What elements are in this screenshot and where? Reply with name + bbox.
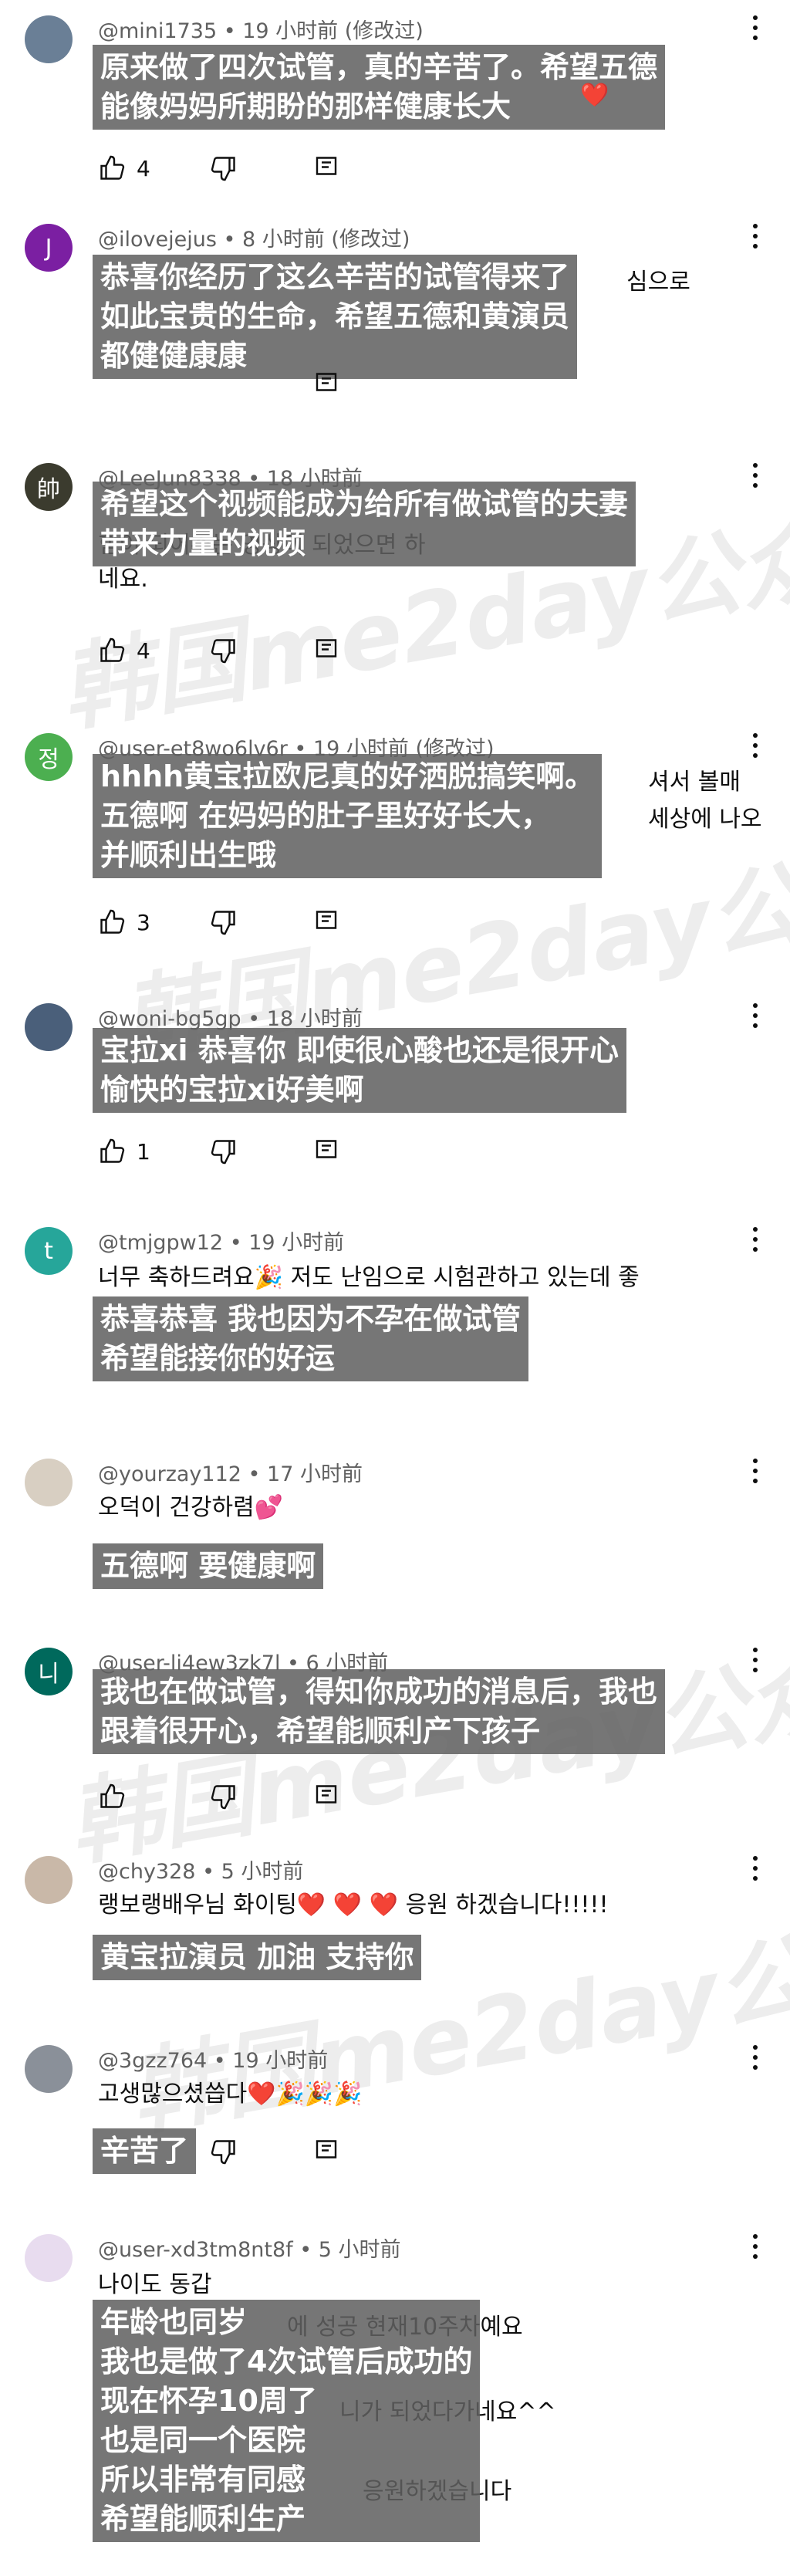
caption-overlay: 希望这个视频能成为给所有做试管的夫妻 带来力量的视频 [93,482,636,566]
comment-meta: @3gzz764 • 19 小时前 [98,2049,329,2073]
avatar[interactable]: 정 [25,733,73,781]
more-options-icon[interactable] [751,1227,759,1256]
like-icon[interactable] [98,908,126,939]
caption-overlay: 黄宝拉演员 加油 支持你 [93,1935,422,1980]
comment: 帥 @LeeJun8338 • 18 小时前 힘이 되어주는 영상이 되었으면 … [0,448,790,718]
caption-overlay: 原来做了四次试管，真的辛苦了。希望五德 能像妈妈所期盼的那样健康长大 [93,45,666,130]
reply-icon[interactable] [312,908,340,939]
author-name[interactable]: @3gzz764 [98,2049,207,2073]
like-count: 4 [137,156,150,181]
author-name[interactable]: @tmjgpw12 [98,1231,223,1255]
reply-icon[interactable] [312,370,340,401]
avatar[interactable] [25,1856,73,1904]
avatar[interactable] [25,15,73,63]
comment: @3gzz764 • 19 小时前 고생많으셨씁다❤️🎉🎉🎉 辛苦了 [0,2030,790,2219]
avatar[interactable] [25,2045,73,2093]
avatar[interactable]: 帥 [25,463,73,511]
dislike-icon[interactable] [210,1783,238,1814]
more-options-icon[interactable] [751,2045,759,2074]
caption-overlay: 五德啊 要健康啊 [93,1543,324,1589]
more-options-icon[interactable] [751,2234,759,2263]
comment: @yourzay112 • 17 小时前 오덕이 건강하렴💕 五德啊 要健康啊 [0,1443,790,1632]
like-icon[interactable] [98,637,126,668]
more-options-icon[interactable] [751,463,759,492]
like-count: 4 [137,638,150,664]
timestamp: 19 小时前 [232,2049,329,2073]
comment-text: 나이도 동갑 [98,2271,212,2298]
like-icon[interactable] [98,1783,126,1814]
comment-meta: @chy328 • 5 小时前 [98,1860,304,1884]
comment-text: 심으로 [626,269,690,296]
timestamp: 8 小时前 (修改过) [242,228,410,252]
avatar[interactable] [25,1459,73,1506]
more-options-icon[interactable] [751,224,759,253]
caption-overlay: hhhh黄宝拉欧尼真的好洒脱搞笑啊。 五德啊 在妈妈的肚子里好好长大， 并顺利出… [93,754,603,878]
caption-overlay: 我也在做试管，得知你成功的消息后，我也 跟着很开心，希望能顺利产下孩子 [93,1669,666,1754]
comment-meta: @mini1735 • 19 小时前 (修改过) [98,19,424,43]
timestamp: 5 小时前 [318,2238,401,2262]
comment: @mini1735 • 19 小时前 (修改过) 原来做了四次试管，真的辛苦了。… [0,0,790,205]
author-name[interactable]: @chy328 [98,1860,195,1884]
more-options-icon[interactable] [751,1648,759,1677]
comment: 니 @user-li4ew3zk7l • 6 小时前 我也在做试管，得知你成功的… [0,1632,790,1841]
caption-overlay: 恭喜你经历了这么辛苦的试管得来了 如此宝贵的生命，希望五德和黄演员 都健健康康 [93,255,578,379]
timestamp: 19 小时前 [248,1231,345,1255]
comment: @chy328 • 5 小时前 랭보랭배우님 화이팅❤️ ❤️ ❤️ 응원 하겠… [0,1841,790,2030]
comment: 정 @user-et8wo6lv6r • 19 小时前 (修改过) 셔서 볼매 … [0,718,790,984]
more-options-icon[interactable] [751,1856,759,1885]
like-count: 1 [137,1139,150,1165]
comment: J @ilovejejus • 8 小时前 (修改过) 심으로 恭喜你经历了这么… [0,208,790,448]
more-options-icon[interactable] [751,733,759,762]
avatar[interactable] [25,2234,73,2282]
avatar[interactable]: 니 [25,1648,73,1695]
timestamp: 19 小时前 (修改过) [242,19,424,43]
like-icon[interactable] [98,1138,126,1168]
comment: @user-xd3tm8nt8f • 5 小时前 나이도 동갑 에 성공 현재1… [0,2219,790,2576]
comment-meta: @yourzay112 • 17 小时前 [98,1462,363,1486]
comment-meta: @user-xd3tm8nt8f • 5 小时前 [98,2238,401,2262]
avatar[interactable] [25,1003,73,1051]
dislike-icon[interactable] [210,637,238,668]
author-name[interactable]: @yourzay112 [98,1462,241,1486]
comment-meta: @tmjgpw12 • 19 小时前 [98,1231,345,1255]
comment-text: 오덕이 건강하렴💕 [98,1494,284,1521]
timestamp: 17 小时前 [267,1462,363,1486]
dislike-icon[interactable] [210,908,238,939]
comment: t @tmjgpw12 • 19 小时前 너무 축하드려요🎉 저도 난임으로 시… [0,1212,790,1443]
comment-meta: @ilovejejus • 8 小时前 (修改过) [98,228,410,252]
reply-icon[interactable] [312,1783,340,1814]
caption-overlay: 宝拉xi 恭喜你 即使很心酸也还是很开心 愉快的宝拉xi好美啊 [93,1028,626,1113]
comment-text: 너무 축하드려요🎉 저도 난임으로 시험관하고 있는데 좋 [98,1264,640,1291]
like-count: 3 [137,910,150,935]
comment: @woni-bg5gp • 18 小时前 宝拉xi 恭喜你 即使很心酸也还是很开… [0,988,790,1212]
avatar[interactable]: J [25,224,73,272]
caption-emoji: ❤️ [580,82,609,109]
avatar[interactable]: t [25,1227,73,1275]
reply-icon[interactable] [312,1138,340,1168]
more-options-icon[interactable] [751,1459,759,1488]
comment-text: 랭보랭배우님 화이팅❤️ ❤️ ❤️ 응원 하겠습니다!!!!! [98,1891,609,1918]
dislike-icon[interactable] [210,1138,238,1168]
comment-text: 셔서 볼매 세상에 나오 [648,769,762,833]
caption-overlay: 辛苦了 [93,2128,197,2174]
dislike-icon[interactable] [210,2138,238,2169]
more-options-icon[interactable] [751,1003,759,1033]
reply-icon[interactable] [312,637,340,668]
like-icon[interactable] [98,154,126,185]
author-name[interactable]: @ilovejejus [98,228,217,252]
caption-overlay: 恭喜恭喜 我也因为不孕在做试管 希望能接你的好运 [93,1296,529,1381]
timestamp: 5 小时前 [221,1860,304,1884]
reply-icon[interactable] [312,154,340,185]
author-name[interactable]: @user-xd3tm8nt8f [98,2238,293,2262]
author-name[interactable]: @mini1735 [98,19,217,43]
comment-text: 고생많으셨씁다❤️🎉🎉🎉 [98,2081,363,2108]
reply-icon[interactable] [312,2138,340,2169]
caption-overlay: 年龄也同岁 我也是做了4次试管后成功的 现在怀孕10周了 也是同一个医院 所以非… [93,2300,481,2542]
more-options-icon[interactable] [751,15,759,45]
dislike-icon[interactable] [210,154,238,185]
